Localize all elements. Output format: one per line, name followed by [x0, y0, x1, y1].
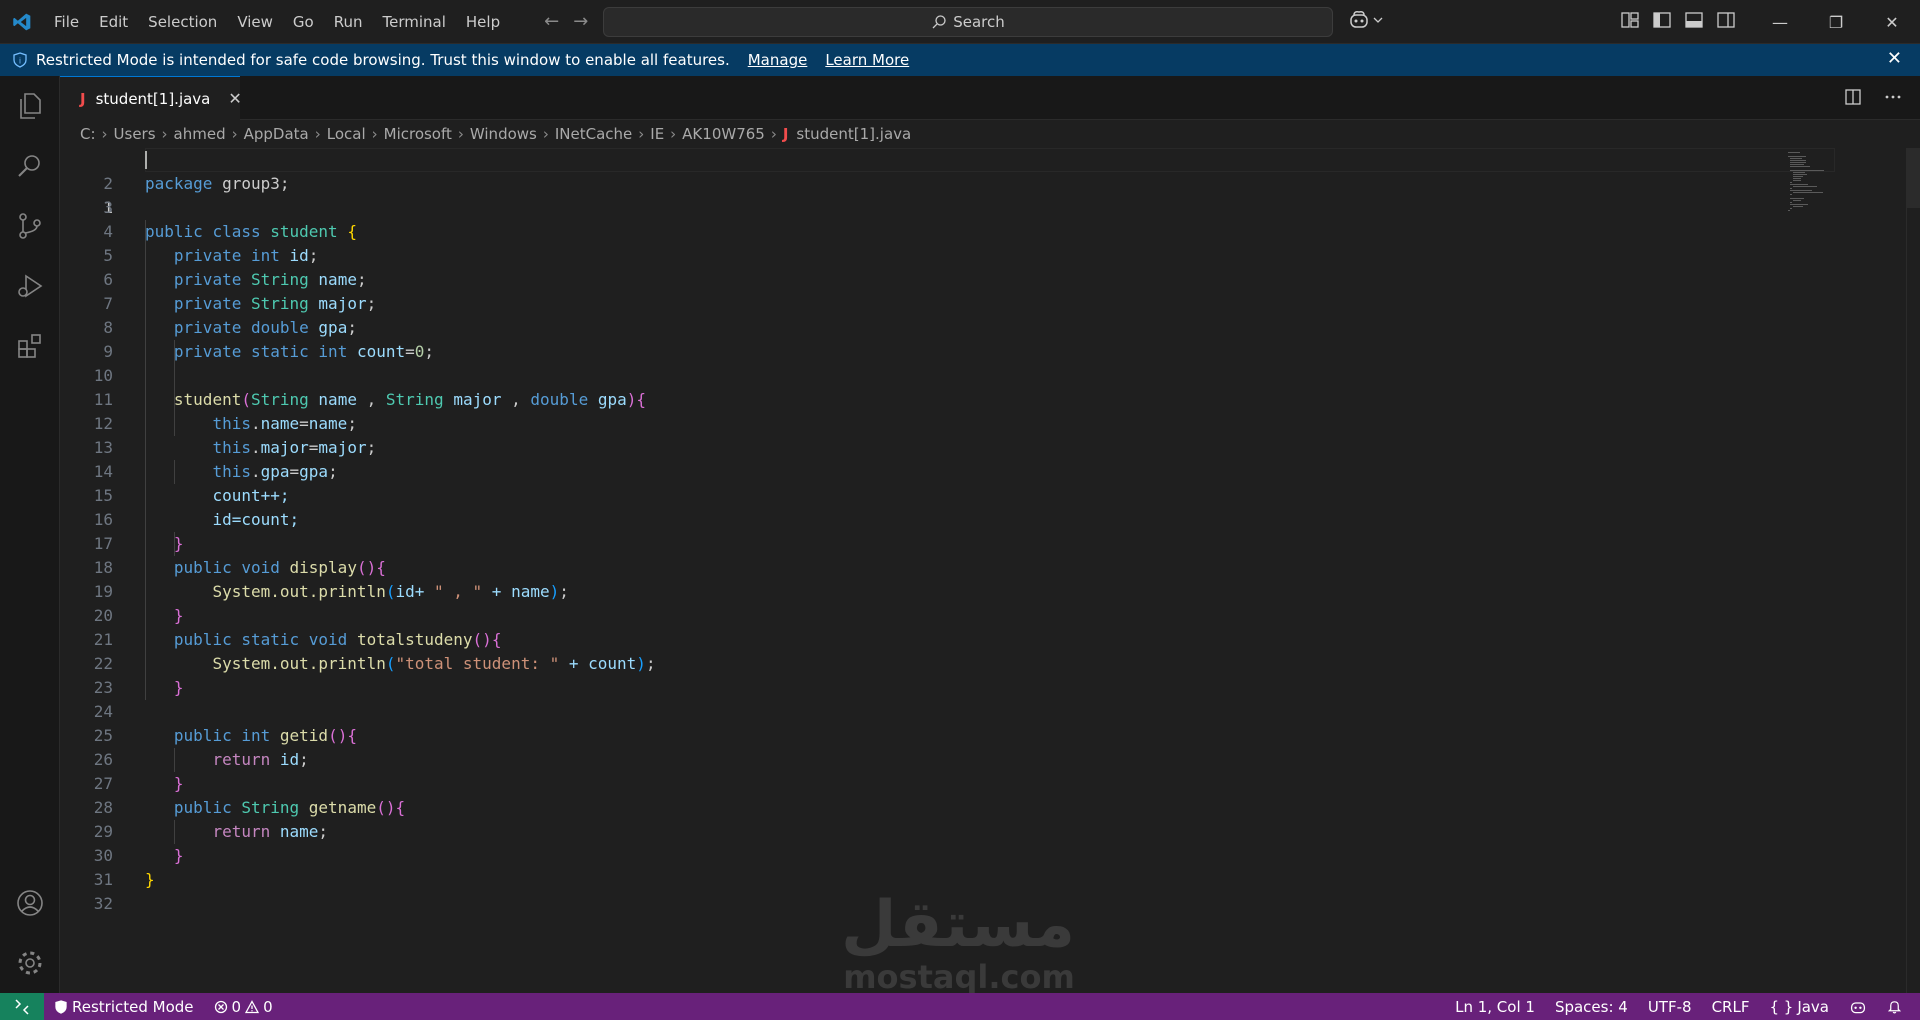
nav-arrows: ← → — [544, 11, 588, 32]
minimap[interactable] — [1785, 148, 1845, 228]
editor-actions — [1844, 88, 1902, 106]
minimize-icon[interactable]: — — [1752, 0, 1808, 44]
chevron-down-icon — [1373, 17, 1383, 23]
breadcrumb-item[interactable]: ahmed › — [174, 125, 244, 143]
breadcrumb-item[interactable]: Microsoft › — [384, 125, 470, 143]
breadcrumb-item[interactable]: IE › — [650, 125, 682, 143]
menu-run[interactable]: Run — [324, 0, 373, 44]
activity-bar — [0, 76, 60, 993]
copilot-icon — [1350, 11, 1368, 28]
title-bar: File Edit Selection View Go Run Terminal… — [0, 0, 1920, 44]
cursor-position-status[interactable]: Ln 1, Col 1 — [1445, 998, 1545, 1016]
search-icon — [932, 15, 946, 29]
menu-selection[interactable]: Selection — [138, 0, 227, 44]
remote-indicator[interactable] — [0, 993, 44, 1020]
java-file-icon: J — [80, 89, 86, 108]
copilot-status[interactable] — [1839, 999, 1877, 1015]
extensions-icon[interactable] — [0, 316, 60, 376]
menu-help[interactable]: Help — [456, 0, 510, 44]
customize-layout-icon[interactable] — [1620, 10, 1640, 30]
menu-file[interactable]: File — [44, 0, 89, 44]
breadcrumb-item[interactable]: AK10W765 › — [682, 125, 783, 143]
explorer-icon[interactable] — [0, 76, 60, 136]
current-line-highlight — [145, 148, 1835, 172]
breadcrumb-item[interactable]: Windows › — [470, 125, 555, 143]
error-icon — [214, 1000, 227, 1013]
forward-arrow-icon[interactable]: → — [573, 11, 588, 32]
editor-tab-bar: J student[1].java ✕ — [60, 76, 1920, 120]
breadcrumb-item[interactable]: Users › — [114, 125, 174, 143]
close-window-icon[interactable]: ✕ — [1864, 0, 1920, 44]
breadcrumb: C: › Users › ahmed › AppData › Local › Micros… — [60, 120, 1920, 148]
watermark-arabic: مستقل — [840, 888, 1075, 962]
indentation-status[interactable]: Spaces: 4 — [1545, 998, 1638, 1016]
vscode-logo-icon — [0, 0, 44, 44]
remote-icon — [15, 998, 29, 1015]
eol-status[interactable]: CRLF — [1702, 998, 1760, 1016]
run-debug-icon[interactable] — [0, 256, 60, 316]
menu-bar: File Edit Selection View Go Run Terminal… — [44, 0, 510, 44]
scrollbar-thumb[interactable] — [1907, 148, 1920, 208]
copilot-icon — [1850, 1001, 1866, 1013]
status-bar: Restricted Mode 0 0 Ln 1, Col 1 Spaces: … — [0, 993, 1920, 1020]
window-controls: — ❐ ✕ — [1752, 0, 1920, 44]
toggle-secondary-sidebar-icon[interactable] — [1716, 10, 1736, 30]
manage-gear-icon[interactable] — [0, 933, 60, 993]
warning-icon — [245, 999, 260, 1013]
banner-message: Restricted Mode is intended for safe cod… — [36, 51, 730, 69]
menu-terminal[interactable]: Terminal — [373, 0, 456, 44]
encoding-status[interactable]: UTF-8 — [1638, 998, 1702, 1016]
watermark-latin: mostaql.com — [843, 958, 1075, 996]
shield-icon: i — [12, 52, 28, 68]
banner-manage-link[interactable]: Manage — [748, 51, 808, 69]
banner-close-icon[interactable]: ✕ — [1887, 48, 1902, 69]
tab-label: student[1].java — [95, 89, 211, 108]
copilot-menu[interactable] — [1348, 10, 1383, 30]
toggle-panel-icon[interactable] — [1684, 10, 1704, 30]
code-line: 1 — [60, 148, 1840, 217]
banner-learn-more-link[interactable]: Learn More — [825, 51, 909, 69]
vertical-scrollbar[interactable] — [1906, 148, 1920, 993]
text-cursor — [145, 151, 147, 169]
menu-edit[interactable]: Edit — [89, 0, 138, 44]
search-view-icon[interactable] — [0, 136, 60, 196]
breadcrumb-item[interactable]: INetCache › — [555, 125, 650, 143]
breadcrumb-item[interactable]: C: › — [80, 125, 114, 143]
java-file-icon: J — [782, 125, 789, 143]
mostaql-watermark: مستقل mostaql.com — [840, 888, 1075, 1003]
notifications-status[interactable] — [1877, 999, 1912, 1014]
layout-controls — [1620, 10, 1736, 30]
braces-icon: { } — [1769, 997, 1794, 1016]
split-editor-icon[interactable] — [1844, 88, 1862, 106]
restore-icon[interactable]: ❐ — [1808, 0, 1864, 44]
status-bar-right: Ln 1, Col 1 Spaces: 4 UTF-8 CRLF { } Java — [1445, 993, 1912, 1020]
source-control-icon[interactable] — [0, 196, 60, 256]
breadcrumb-item[interactable]: AppData › — [244, 125, 327, 143]
menu-go[interactable]: Go — [283, 0, 324, 44]
language-mode-status[interactable]: { } Java — [1759, 998, 1839, 1016]
tab-student-java[interactable]: J student[1].java ✕ — [60, 76, 242, 120]
svg-text:i: i — [19, 57, 21, 66]
command-center-search[interactable]: Search — [603, 7, 1333, 37]
back-arrow-icon[interactable]: ← — [544, 11, 559, 32]
search-label: Search — [953, 13, 1005, 31]
code-editor[interactable]: 1 2 package group3; 3 4 public class stude… — [60, 148, 1920, 993]
more-actions-icon[interactable] — [1884, 88, 1902, 106]
menu-view[interactable]: View — [227, 0, 283, 44]
problems-status[interactable]: 0 0 — [204, 998, 283, 1016]
restricted-mode-banner: i Restricted Mode is intended for safe c… — [0, 44, 1920, 76]
breadcrumb-file[interactable]: Jstudent[1].java — [783, 125, 911, 143]
accounts-icon[interactable] — [0, 873, 60, 933]
activity-bar-bottom — [0, 873, 60, 993]
breadcrumb-item[interactable]: Local › — [327, 125, 384, 143]
tab-close-icon[interactable]: ✕ — [228, 89, 241, 108]
restricted-mode-status[interactable]: Restricted Mode — [44, 998, 204, 1016]
bell-icon — [1887, 1001, 1902, 1014]
toggle-primary-sidebar-icon[interactable] — [1652, 10, 1672, 30]
shield-icon — [55, 999, 67, 1014]
